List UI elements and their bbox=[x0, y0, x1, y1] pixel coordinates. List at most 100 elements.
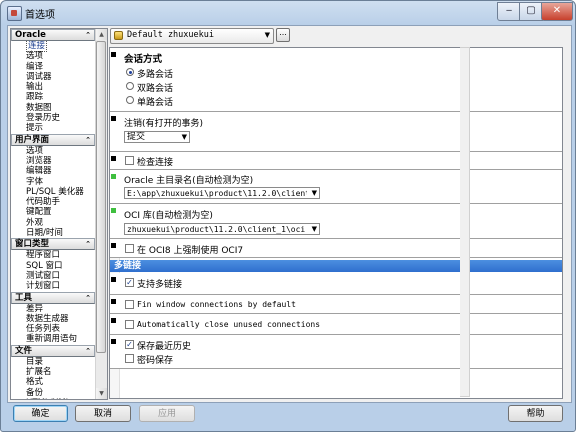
nav-item[interactable]: 计划窗口 bbox=[11, 281, 95, 291]
support-multi-section: ✓ 支持多链接 bbox=[110, 273, 562, 295]
session-mode-section: 会话方式 多路会话 双路会话 单路会话 bbox=[110, 48, 562, 112]
category-scrollbar[interactable]: ▲ ▼ bbox=[95, 29, 107, 399]
support-multi-checkbox[interactable]: ✓ bbox=[125, 278, 134, 287]
nav-item[interactable]: 目录 bbox=[11, 357, 95, 367]
nav-item[interactable]: 编译 bbox=[11, 62, 95, 72]
title-bar[interactable]: 首选项 ‒ ▢ ✕ bbox=[1, 1, 575, 25]
profile-more-button[interactable]: ... bbox=[276, 28, 290, 42]
nav-group-title: 文件 bbox=[15, 345, 33, 356]
nav-item-label: 输出 bbox=[26, 82, 44, 93]
section-marker bbox=[111, 52, 116, 57]
nav-item[interactable]: 编辑器 bbox=[11, 166, 95, 176]
nav-item-label: 字体 bbox=[26, 176, 44, 187]
ok-button[interactable]: 确定 bbox=[13, 405, 68, 422]
nav-group-header[interactable]: 文件 ⌃ bbox=[11, 344, 95, 357]
nav-item[interactable]: 跟踪 bbox=[11, 92, 95, 102]
nav-item[interactable]: 任务列表 bbox=[11, 324, 95, 334]
check-connection-label[interactable]: 检查连接 bbox=[137, 155, 173, 168]
nav-item[interactable]: 输出 bbox=[11, 82, 95, 92]
collapse-chevron-icon[interactable]: ⌃ bbox=[85, 30, 91, 40]
nav-group-header[interactable]: 用户界面 ⌃ bbox=[11, 133, 95, 146]
auto-close-label[interactable]: Automatically close unused connections bbox=[137, 320, 320, 329]
nav-item[interactable]: 重新调用语句 bbox=[11, 334, 95, 344]
nav-item-label: 备份 bbox=[26, 387, 44, 398]
collapse-chevron-icon[interactable]: ⌃ bbox=[85, 293, 91, 303]
fin-window-label[interactable]: Fin window connections by default bbox=[137, 300, 296, 309]
maximize-button[interactable]: ▢ bbox=[519, 2, 543, 21]
collapse-chevron-icon[interactable]: ⌃ bbox=[85, 346, 91, 356]
scroll-down-arrow-icon[interactable]: ▼ bbox=[96, 388, 107, 399]
oci-library-label: OCI 库(自动检测为空) bbox=[124, 211, 213, 221]
nav-item[interactable]: 程序窗口 bbox=[11, 250, 95, 260]
nav-item[interactable]: PL/SQL 美化器 bbox=[11, 187, 95, 197]
nav-item[interactable]: 选项 bbox=[11, 51, 95, 61]
nav-group-header[interactable]: 窗口类型 ⌃ bbox=[11, 238, 95, 251]
nav-item-label: 编译 bbox=[26, 61, 44, 72]
oci-library-select[interactable]: zhuxuekui\product\11.2.0\client_1\oci.dl… bbox=[124, 223, 320, 235]
section-marker bbox=[111, 243, 116, 248]
nav-item[interactable]: SQL 窗口 bbox=[11, 261, 95, 271]
nav-item[interactable]: 调试器 bbox=[11, 72, 95, 82]
help-button[interactable]: 帮助 bbox=[508, 405, 563, 422]
check-connection-checkbox[interactable] bbox=[125, 156, 134, 165]
nav-item[interactable]: 数据图 bbox=[11, 103, 95, 113]
nav-item[interactable]: 差异 bbox=[11, 304, 95, 314]
nav-item[interactable]: 选项 bbox=[11, 146, 95, 156]
nav-item[interactable]: 提示 bbox=[11, 123, 95, 133]
scroll-thumb[interactable] bbox=[96, 41, 106, 353]
section-marker bbox=[111, 156, 116, 161]
nav-group-header[interactable]: 工具 ⌃ bbox=[11, 291, 95, 304]
radio-multi-session[interactable] bbox=[126, 68, 134, 76]
radio-single-session[interactable] bbox=[126, 96, 134, 104]
category-list[interactable]: Oracle ⌃ 连接 选项 编译 调试器 输出 跟踪 数据图 登录历史 提示 用户界面 ⌃ 选项 浏览器编… bbox=[10, 28, 108, 400]
nav-item[interactable]: 日期/时间 bbox=[11, 228, 95, 238]
force-oci7-label[interactable]: 在 OCI8 上强制使用 OCI7 bbox=[137, 243, 243, 256]
nav-item[interactable]: 格式 bbox=[11, 377, 95, 387]
collapse-chevron-icon[interactable]: ⌃ bbox=[85, 135, 91, 145]
radio-single-session-label[interactable]: 单路会话 bbox=[137, 95, 173, 108]
save-history-checkbox[interactable]: ✓ bbox=[125, 340, 134, 349]
support-multi-label[interactable]: 支持多链接 bbox=[137, 277, 182, 290]
logoff-select[interactable]: 提交 ▼ bbox=[124, 131, 190, 143]
dialog-body: Oracle ⌃ 连接 选项 编译 调试器 输出 跟踪 数据图 登录历史 提示 用户界面 ⌃ 选项 浏览器编… bbox=[7, 25, 572, 403]
oracle-home-section: Oracle 主目录名(自动检测为空) E:\app\zhuxuekui\pro… bbox=[110, 170, 562, 204]
force-oci7-checkbox[interactable] bbox=[125, 244, 134, 253]
nav-item[interactable]: 扩展名 bbox=[11, 367, 95, 377]
nav-item[interactable]: 浏览器 bbox=[11, 156, 95, 166]
save-password-label[interactable]: 密码保存 bbox=[137, 353, 173, 366]
nav-item[interactable]: HTML/XML bbox=[11, 398, 95, 399]
radio-dual-session-label[interactable]: 双路会话 bbox=[137, 81, 173, 94]
scroll-up-arrow-icon[interactable]: ▲ bbox=[96, 29, 107, 40]
oracle-home-select[interactable]: E:\app\zhuxuekui\product\11.2.0\client_1… bbox=[124, 187, 320, 199]
nav-group-header[interactable]: Oracle ⌃ bbox=[11, 29, 95, 41]
nav-item[interactable]: 代码助手 bbox=[11, 197, 95, 207]
nav-item[interactable]: 备份 bbox=[11, 388, 95, 398]
nav-item[interactable]: 键配置 bbox=[11, 207, 95, 217]
close-button[interactable]: ✕ bbox=[541, 2, 573, 21]
auto-close-checkbox[interactable] bbox=[125, 320, 134, 329]
chevron-down-icon: ▼ bbox=[311, 225, 317, 233]
save-history-label[interactable]: 保存最近历史 bbox=[137, 339, 191, 352]
radio-dual-session[interactable] bbox=[126, 82, 134, 90]
nav-group-title: 用户界面 bbox=[15, 134, 50, 145]
nav-item[interactable]: 外观 bbox=[11, 218, 95, 228]
nav-item[interactable]: 数据生成器 bbox=[11, 314, 95, 324]
profile-select[interactable]: Default zhuxuekui ▼ bbox=[110, 28, 274, 44]
radio-multi-session-label[interactable]: 多路会话 bbox=[137, 67, 173, 80]
nav-item[interactable]: 字体 bbox=[11, 177, 95, 187]
nav-item[interactable]: 登录历史 bbox=[11, 113, 95, 123]
fin-window-checkbox[interactable] bbox=[125, 300, 134, 309]
nav-item[interactable]: 测试窗口 bbox=[11, 271, 95, 281]
oci-library-section: OCI 库(自动检测为空) zhuxuekui\product\11.2.0\c… bbox=[110, 204, 562, 239]
save-password-checkbox[interactable] bbox=[125, 354, 134, 363]
minimize-button[interactable]: ‒ bbox=[497, 2, 521, 21]
nav-group-title: 工具 bbox=[15, 292, 33, 303]
nav-item-label: 数据生成器 bbox=[26, 313, 69, 324]
settings-scrollbar[interactable] bbox=[460, 47, 470, 397]
apply-button[interactable]: 应用 bbox=[139, 405, 195, 422]
nav-group-title: 窗口类型 bbox=[15, 239, 50, 250]
nav-item-label: 登录历史 bbox=[26, 113, 61, 124]
cancel-button[interactable]: 取消 bbox=[75, 405, 131, 422]
collapse-chevron-icon[interactable]: ⌃ bbox=[85, 239, 91, 249]
nav-item[interactable]: 连接 bbox=[11, 40, 95, 52]
